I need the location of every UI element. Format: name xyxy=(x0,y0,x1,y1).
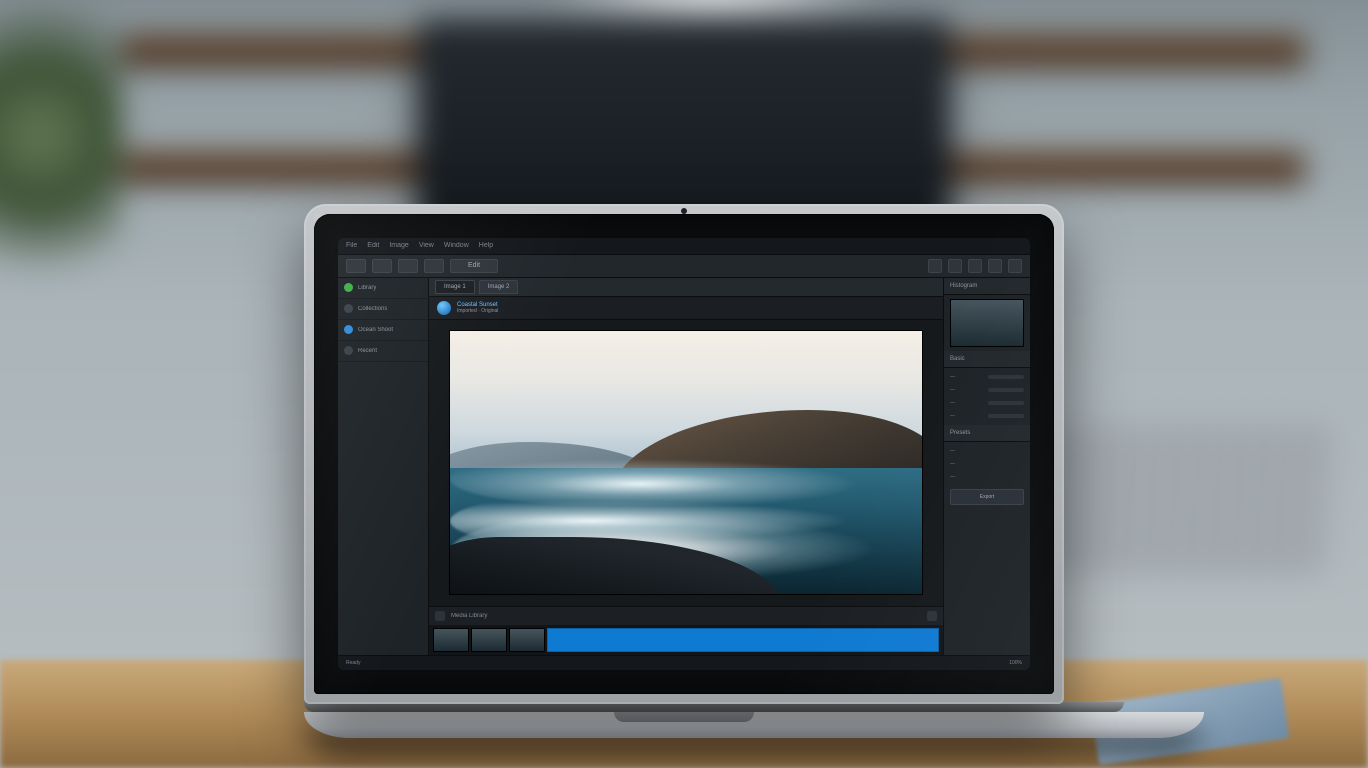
slider-label: — xyxy=(950,374,955,380)
sidebar-item-label: Recent xyxy=(358,348,377,354)
laptop-deck xyxy=(304,712,1204,738)
trackpad-notch xyxy=(614,712,754,722)
preset-label[interactable]: — xyxy=(950,474,955,480)
document-tab[interactable]: Image 1 xyxy=(435,280,475,294)
timeline-label: Media Library xyxy=(451,613,487,619)
laptop: File Edit Image View Window Help Edit xyxy=(304,204,1064,722)
tool-select-icon[interactable] xyxy=(346,259,366,273)
panel-header[interactable]: Basic xyxy=(944,351,1030,368)
photo-editor-app: File Edit Image View Window Help Edit xyxy=(338,238,1030,670)
status-dot-icon xyxy=(344,283,353,292)
photo-scene: File Edit Image View Window Help Edit xyxy=(0,0,1368,768)
document-subtitle: Imported · Original xyxy=(457,308,498,314)
menu-item[interactable]: Image xyxy=(389,242,408,249)
app-badge-icon xyxy=(437,301,451,315)
export-button[interactable]: Export xyxy=(950,489,1024,505)
tool-crop-icon[interactable] xyxy=(372,259,392,273)
settings-icon[interactable] xyxy=(988,259,1002,273)
tool-text-icon[interactable] xyxy=(424,259,444,273)
album-icon xyxy=(344,325,353,334)
sidebar-item-recent[interactable]: Recent xyxy=(338,341,428,362)
slider-label: — xyxy=(950,387,955,393)
image-canvas[interactable] xyxy=(429,320,943,606)
presets-panel: — — — xyxy=(944,442,1030,486)
center-pane: Image 1 Image 2 Coastal Sunset Imported … xyxy=(429,278,943,655)
slider[interactable] xyxy=(988,388,1024,392)
timeline-header: Media Library xyxy=(429,606,943,625)
tab-strip: Image 1 Image 2 xyxy=(429,278,943,297)
menu-item[interactable]: Edit xyxy=(367,242,379,249)
document-tab[interactable]: Image 2 xyxy=(479,280,519,294)
fullscreen-icon[interactable] xyxy=(1008,259,1022,273)
sidebar-item-album[interactable]: Ocean Shoot xyxy=(338,320,428,341)
laptop-screen-frame: File Edit Image View Window Help Edit xyxy=(304,204,1064,704)
menu-item[interactable]: Help xyxy=(479,242,493,249)
thumbnail[interactable] xyxy=(471,628,507,652)
grid-icon[interactable] xyxy=(435,611,445,621)
right-sidebar: Histogram Basic — — — — Presets xyxy=(943,278,1030,655)
zoom-level[interactable]: 100% xyxy=(1009,660,1022,666)
mode-button[interactable]: Edit xyxy=(450,259,498,273)
histogram-thumbnail xyxy=(950,299,1024,347)
thumbnail[interactable] xyxy=(509,628,545,652)
toolbar: Edit xyxy=(338,255,1030,278)
status-text: Ready xyxy=(346,660,360,666)
status-bar: Ready 100% xyxy=(338,655,1030,670)
progress-track[interactable] xyxy=(547,628,939,652)
menu-item[interactable]: Window xyxy=(444,242,469,249)
sidebar-item-label: Library xyxy=(358,285,376,291)
document-info-bar: Coastal Sunset Imported · Original xyxy=(429,297,943,320)
folder-icon xyxy=(344,304,353,313)
preset-label[interactable]: — xyxy=(950,448,955,454)
menu-item[interactable]: File xyxy=(346,242,357,249)
screen-bezel: File Edit Image View Window Help Edit xyxy=(314,214,1054,694)
redo-icon[interactable] xyxy=(948,259,962,273)
preset-label[interactable]: — xyxy=(950,461,955,467)
share-icon[interactable] xyxy=(968,259,982,273)
adjustments-panel: — — — — xyxy=(944,368,1030,425)
left-sidebar: Library Collections Ocean Shoot xyxy=(338,278,429,655)
slider[interactable] xyxy=(988,401,1024,405)
menu-item[interactable]: View xyxy=(419,242,434,249)
slider-label: — xyxy=(950,400,955,406)
seascape-image xyxy=(449,330,924,595)
sidebar-item-collections[interactable]: Collections xyxy=(338,299,428,320)
wave-icon[interactable] xyxy=(927,611,937,621)
slider[interactable] xyxy=(988,375,1024,379)
thumbnail[interactable] xyxy=(433,628,469,652)
clock-icon xyxy=(344,346,353,355)
thumbnail-strip[interactable] xyxy=(429,625,943,655)
undo-icon[interactable] xyxy=(928,259,942,273)
menu-bar[interactable]: File Edit Image View Window Help xyxy=(338,238,1030,255)
tool-brush-icon[interactable] xyxy=(398,259,418,273)
panel-header[interactable]: Presets xyxy=(944,425,1030,442)
sidebar-item-label: Collections xyxy=(358,306,387,312)
slider-label: — xyxy=(950,413,955,419)
sidebar-item-library[interactable]: Library xyxy=(338,278,428,299)
panel-header[interactable]: Histogram xyxy=(944,278,1030,295)
slider[interactable] xyxy=(988,414,1024,418)
sidebar-item-label: Ocean Shoot xyxy=(358,327,393,333)
